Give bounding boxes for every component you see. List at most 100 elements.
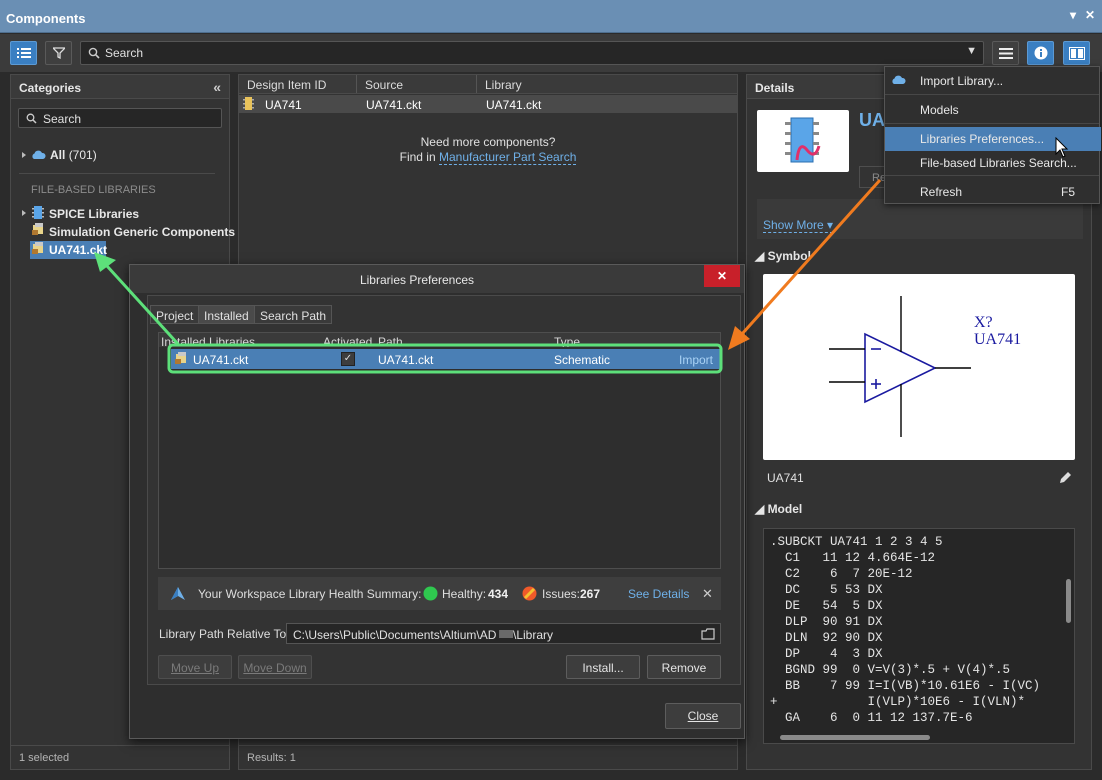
category-simulation-generic[interactable]: Simulation Generic Components (49, 225, 235, 239)
filter-icon (52, 47, 65, 59)
library-file-icon (175, 352, 186, 364)
library-path-field[interactable]: C:\Users\Public\Documents\Altium\AD \Lib… (286, 623, 721, 644)
model-line: DLP 90 91 DX (770, 615, 883, 629)
libraries-preferences-dialog: Libraries Preferences ✕ Project Installe… (129, 264, 745, 739)
ic-chip-icon (243, 97, 254, 110)
row-import-link[interactable]: Import (679, 353, 713, 367)
close-button[interactable]: Close (665, 703, 741, 729)
filter-button[interactable] (45, 41, 72, 65)
search-input[interactable] (105, 46, 872, 60)
menu-refresh-label: Refresh (920, 185, 963, 199)
categories-search-input[interactable] (43, 112, 215, 126)
col-activated[interactable]: Activated (323, 335, 372, 347)
tab-project[interactable]: Project (150, 305, 200, 324)
col-source[interactable]: Source (357, 75, 477, 93)
window-title: Components (6, 11, 86, 26)
ic-chip-icon (32, 206, 44, 219)
tab-search-path[interactable]: Search Path (254, 305, 333, 324)
install-label: Install... (582, 661, 624, 675)
move-up-button[interactable]: Move Up (158, 655, 232, 679)
model-text-box[interactable]: .SUBCKT UA741 1 2 3 4 5 C1 11 12 4.664E-… (763, 528, 1075, 744)
options-menu: Import Library... Models Libraries Prefe… (884, 66, 1101, 204)
cloud-icon (32, 150, 46, 159)
activated-checkbox[interactable]: ✓ (341, 352, 355, 366)
show-more-link[interactable]: Show More ▾ (763, 218, 834, 233)
list-view-button[interactable] (10, 41, 37, 65)
tab-installed[interactable]: Installed (198, 305, 255, 324)
horizontal-scrollbar[interactable] (780, 735, 930, 740)
table-row[interactable]: UA741 UA741.ckt UA741.ckt (239, 95, 737, 113)
category-spice-libraries[interactable]: SPICE Libraries (49, 207, 139, 221)
model-line: DC 5 53 DX (770, 583, 883, 597)
divider (885, 175, 1099, 176)
issues-status-icon (522, 586, 537, 601)
altium-logo-icon (171, 587, 185, 600)
dismiss-icon[interactable]: ✕ (702, 586, 713, 602)
list-status: Results: 1 (239, 745, 737, 769)
table-row[interactable]: UA741.ckt ✓ UA741.ckt Schematic Import (171, 349, 721, 369)
row-library-name: UA741.ckt (193, 353, 249, 367)
model-line: + I(VLP)*10E6 - I(VLN)* (770, 695, 1026, 709)
library-file-icon (32, 242, 43, 254)
col-installed-libraries[interactable]: Installed Libraries (161, 335, 255, 347)
row-path: UA741.ckt (378, 353, 434, 367)
search-dropdown-icon[interactable]: ▼ (966, 45, 977, 57)
row-type: Schematic (554, 353, 611, 367)
menu-import-library[interactable]: Import Library... (885, 69, 1101, 93)
info-button[interactable] (1027, 41, 1054, 65)
folder-icon[interactable] (701, 628, 715, 640)
edit-pencil-icon[interactable] (1059, 471, 1072, 484)
dialog-close-icon[interactable]: ✕ (704, 265, 740, 287)
split-view-button[interactable] (1063, 41, 1090, 65)
dropdown-arrow-icon[interactable]: ▾ (1070, 8, 1076, 22)
category-ua741-ckt[interactable]: UA741.ckt (49, 243, 107, 257)
menu-refresh[interactable]: Refresh F5 (885, 180, 1101, 204)
model-line: C2 6 7 20E-12 (770, 567, 913, 581)
move-down-button[interactable]: Move Down (238, 655, 312, 679)
mouse-cursor-icon (1055, 137, 1069, 158)
divider (885, 94, 1099, 95)
health-summary-bar: Your Workspace Library Health Summary: H… (158, 577, 721, 610)
remove-button[interactable]: Remove (647, 655, 721, 679)
model-line: C1 11 12 4.664E-12 (770, 551, 936, 565)
model-line: GA 6 0 11 12 137.7E-6 (770, 711, 973, 725)
component-name: UA (859, 110, 885, 130)
cell-source: UA741.ckt (366, 98, 422, 112)
healthy-status-icon (423, 586, 438, 601)
col-path[interactable]: Path (378, 335, 403, 347)
remove-label: Remove (661, 661, 707, 675)
model-section-header[interactable]: ◢ Model (755, 502, 802, 516)
col-type[interactable]: Type (554, 335, 580, 347)
install-button[interactable]: Install... (566, 655, 640, 679)
symbol-name: UA741 (767, 471, 804, 485)
category-all[interactable]: All (701) (50, 148, 97, 162)
menu-button[interactable] (992, 41, 1019, 65)
model-line: .SUBCKT UA741 1 2 3 4 5 (770, 535, 943, 549)
find-in-text: Find in (399, 150, 436, 164)
expand-icon[interactable] (22, 210, 26, 216)
cell-library: UA741.ckt (486, 98, 542, 112)
dialog-tabs: Project Installed Search Path (150, 305, 740, 325)
redacted-block (499, 630, 513, 638)
close-label: Close (687, 709, 719, 723)
col-design-item-id[interactable]: Design Item ID (239, 75, 357, 93)
window-titlebar: Components ▾ ✕ (0, 0, 1102, 33)
symbol-comment: UA741 (974, 331, 1021, 348)
symbol-section-header[interactable]: ◢ Symbol (755, 249, 811, 263)
expand-icon[interactable] (22, 152, 26, 158)
see-details-link[interactable]: See Details (628, 587, 689, 601)
search-bar[interactable]: ▼ (80, 41, 984, 65)
model-header-label: Model (767, 502, 803, 516)
dialog-body: Project Installed Search Path Installed … (147, 295, 741, 685)
close-icon[interactable]: ✕ (1085, 8, 1095, 22)
menu-models[interactable]: Models (885, 98, 1101, 122)
collapse-icon[interactable]: « (213, 79, 221, 95)
list-icon (16, 48, 31, 58)
manufacturer-part-search-link[interactable]: Manufacturer Part Search (438, 150, 577, 165)
search-icon (88, 47, 100, 59)
col-library[interactable]: Library (477, 75, 597, 93)
categories-search[interactable] (18, 108, 222, 128)
hamburger-icon (998, 47, 1013, 59)
vertical-scrollbar[interactable] (1066, 579, 1071, 623)
dialog-titlebar: Libraries Preferences ✕ (130, 265, 744, 293)
